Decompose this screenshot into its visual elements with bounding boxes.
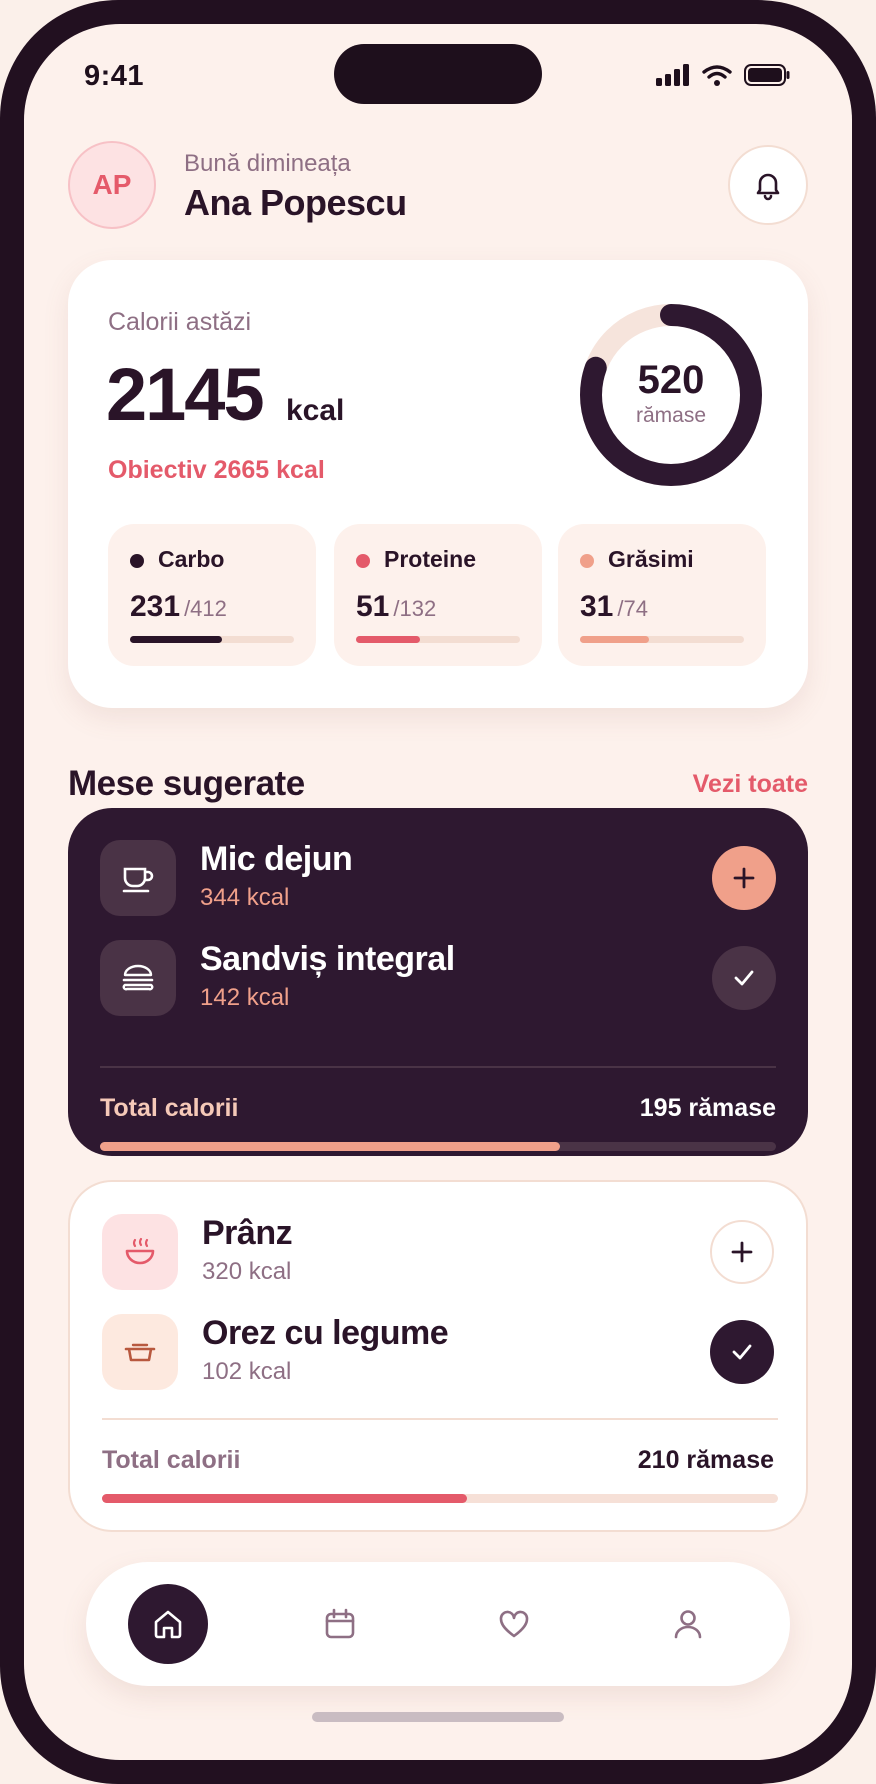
meal-divider — [100, 1066, 776, 1068]
see-all-link[interactable]: Vezi toate — [693, 770, 808, 799]
add-meal-button[interactable] — [712, 846, 776, 910]
macro-value-row: 31/74 — [580, 590, 648, 624]
calendar-icon — [325, 1608, 355, 1639]
calories-value: 2145 — [106, 353, 265, 436]
status-time: 9:41 — [84, 60, 145, 92]
nav-calendar[interactable] — [300, 1584, 380, 1664]
avatar[interactable]: AP — [68, 141, 156, 229]
plus-icon — [733, 867, 755, 889]
check-icon — [734, 970, 754, 986]
macro-target: /412 — [184, 596, 227, 621]
meal-divider — [102, 1418, 778, 1420]
meal-name: Mic dejun — [200, 840, 353, 878]
wifi-icon — [702, 65, 732, 86]
macro-progress-fill — [580, 636, 649, 643]
meal-kcal: 320 kcal — [202, 1258, 292, 1285]
meal-done-button[interactable] — [712, 946, 776, 1010]
macro-name: Grăsimi — [608, 546, 694, 572]
phone-frame: 9:41 AP Bună dimineața Ana Popescu Calor… — [0, 0, 876, 1784]
macro-value: 231 — [130, 590, 181, 623]
app-screen: 9:41 AP Bună dimineața Ana Popescu Calor… — [24, 24, 852, 1760]
meal-kcal: 344 kcal — [200, 884, 290, 911]
macro-name: Carbo — [158, 546, 225, 572]
total-progress-fill — [100, 1142, 560, 1151]
meal-done-button[interactable] — [710, 1320, 774, 1384]
home-icon — [154, 1610, 182, 1639]
nav-profile[interactable] — [648, 1584, 728, 1664]
plus-icon — [731, 1241, 753, 1263]
macro-proteine: Proteine 51/132 — [334, 524, 542, 666]
meal-name: Orez cu legume — [202, 1314, 449, 1352]
macro-progress-bar — [580, 636, 744, 643]
macro-progress-fill — [356, 636, 420, 643]
remaining-value: 520 — [637, 358, 705, 402]
meal-icon-box — [102, 1314, 178, 1390]
meal-card-lunch: Prânz 320 kcal Orez cu legume 102 kcal T… — [68, 1180, 808, 1532]
calories-card: Calorii astăzi 2145 kcal Obiectiv 2665 k… — [68, 260, 808, 708]
total-label: Total calorii — [102, 1446, 241, 1474]
status-icons — [656, 64, 790, 86]
bell-icon — [756, 173, 780, 201]
meal-name: Sandviș integral — [200, 940, 455, 978]
macro-target: /132 — [393, 596, 437, 621]
check-icon — [732, 1344, 752, 1360]
heart-icon — [499, 1610, 529, 1638]
macro-value-row: 51/132 — [356, 590, 436, 624]
macro-carbo: Carbo 231/412 — [108, 524, 316, 666]
macro-dot — [580, 554, 594, 568]
cup-icon — [122, 867, 154, 893]
total-progress-bar — [100, 1142, 776, 1151]
macro-dot — [356, 554, 370, 568]
macro-progress-bar — [130, 636, 294, 643]
total-label: Total calorii — [100, 1094, 239, 1122]
total-progress-bar — [102, 1494, 778, 1503]
profile-icon — [674, 1610, 702, 1639]
macro-progress-bar — [356, 636, 520, 643]
greeting-text: Bună dimineața — [184, 150, 351, 177]
user-name: Ana Popescu — [184, 182, 407, 223]
macro-name: Proteine — [384, 546, 477, 572]
macro-value: 31 — [580, 590, 614, 623]
total-remaining: 195 rămase — [639, 1094, 776, 1122]
meal-icon-box — [100, 840, 176, 916]
battery-icon — [744, 64, 790, 86]
notifications-button[interactable] — [728, 145, 808, 225]
meal-kcal: 102 kcal — [202, 1358, 292, 1385]
macro-value-row: 231/412 — [130, 590, 227, 624]
meal-card-breakfast: Mic dejun 344 kcal Sandviș integral 142 … — [68, 808, 808, 1156]
burger-icon — [122, 964, 154, 991]
total-remaining: 210 rămase — [637, 1446, 774, 1474]
total-progress-fill — [102, 1494, 468, 1503]
nav-home[interactable] — [128, 1584, 208, 1664]
dynamic-island — [334, 44, 542, 104]
calories-goal: Obiectiv 2665 kcal — [108, 456, 325, 484]
macro-grasimi: Grăsimi 31/74 — [558, 524, 766, 666]
section-title: Mese sugerate — [68, 764, 305, 803]
macro-value: 51 — [356, 590, 390, 623]
add-meal-button[interactable] — [710, 1220, 774, 1284]
macro-progress-fill — [130, 636, 222, 643]
calories-unit: kcal — [286, 394, 345, 427]
meal-icon-box — [100, 940, 176, 1016]
meal-icon-box — [102, 1214, 178, 1290]
dish-icon — [124, 1343, 156, 1362]
bottom-nav — [86, 1562, 790, 1686]
nav-favorites[interactable] — [474, 1584, 554, 1664]
signal-icon — [656, 64, 689, 86]
remaining-label: rămase — [635, 404, 707, 427]
bowl-icon — [125, 1237, 155, 1265]
macro-target: /74 — [617, 596, 648, 621]
meal-kcal: 142 kcal — [200, 984, 290, 1011]
calories-title: Calorii astăzi — [108, 308, 252, 336]
macro-dot — [130, 554, 144, 568]
home-indicator — [312, 1712, 564, 1722]
meal-name: Prânz — [202, 1214, 293, 1252]
